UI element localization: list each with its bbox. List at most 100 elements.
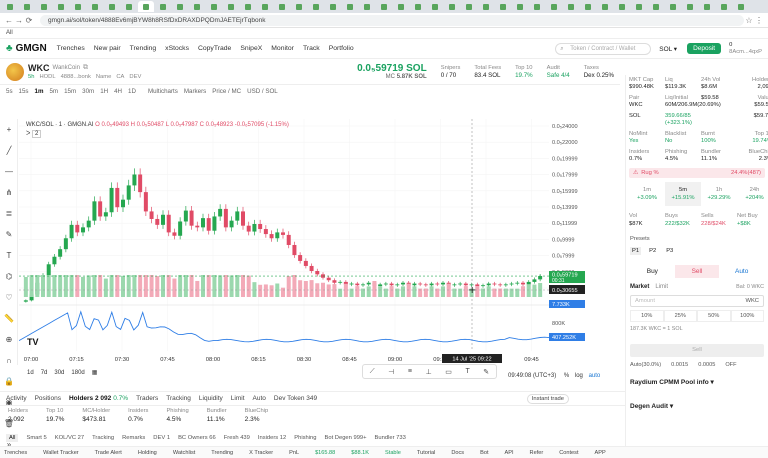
browser-tab[interactable] — [631, 1, 647, 12]
sell-button[interactable]: Sell — [630, 344, 764, 357]
filter-bot[interactable]: Bot Degen 999+ — [324, 435, 366, 441]
browser-tab[interactable] — [325, 1, 341, 12]
fib-tool-icon[interactable]: ≡ — [408, 368, 412, 375]
interval-1d[interactable]: 1D — [128, 88, 136, 95]
filter-fresh[interactable]: Fresh 439 — [224, 435, 250, 441]
browser-tab[interactable] — [699, 1, 715, 12]
timeframe-24h[interactable]: 24h +204% — [737, 182, 768, 206]
browser-tab[interactable] — [121, 1, 137, 12]
nav-item-trending[interactable]: Trending — [130, 45, 157, 52]
interval-15m[interactable]: 15m — [64, 88, 76, 95]
hline-icon[interactable]: — — [0, 161, 18, 182]
token-address[interactable]: 4888...bonk — [61, 74, 91, 80]
browser-tab[interactable] — [206, 1, 222, 12]
chain-select[interactable]: SOL ▾ — [659, 45, 677, 53]
bottom-tab-tracking[interactable]: Tracking — [166, 395, 191, 402]
pattern-icon[interactable]: ⌬ — [0, 266, 18, 287]
nav-item-copytrade[interactable]: CopyTrade — [198, 45, 231, 52]
browser-tab[interactable] — [104, 1, 120, 12]
timeframe-1h[interactable]: 1h +29.29% — [701, 182, 737, 206]
browser-tab[interactable] — [291, 1, 307, 12]
browser-tab[interactable] — [648, 1, 664, 12]
amount-input[interactable]: Amount WKC — [630, 295, 764, 307]
browser-tab[interactable] — [223, 1, 239, 12]
reload-icon[interactable]: ⟳ — [24, 16, 34, 25]
browser-tab[interactable] — [546, 1, 562, 12]
footer-trending[interactable]: Trending — [211, 450, 233, 456]
footer-docs[interactable]: Docs — [451, 450, 464, 456]
zoom-icon[interactable]: ⊕ — [0, 329, 18, 350]
nav-item-new-pair[interactable]: New pair — [94, 45, 121, 52]
browser-tab[interactable] — [53, 1, 69, 12]
rect-tool-icon[interactable]: ▭ — [445, 368, 452, 376]
browser-tab[interactable] — [172, 1, 188, 12]
range-180d[interactable]: 180d — [71, 370, 84, 376]
buy-tab[interactable]: Buy — [630, 265, 675, 278]
browser-tab[interactable] — [36, 1, 52, 12]
browser-tab[interactable] — [529, 1, 545, 12]
browser-tab[interactable] — [359, 1, 375, 12]
browser-tab[interactable] — [308, 1, 324, 12]
ruler-icon[interactable]: 📏 — [0, 308, 18, 329]
bottom-tab-holders[interactable]: Holders 2 092 — [69, 395, 111, 402]
footer-tutorial[interactable]: Tutorial — [417, 450, 435, 456]
usd-sol-toggle[interactable]: USD / SOL — [247, 88, 278, 95]
trendline-icon[interactable]: ╱ — [0, 140, 18, 161]
crosshair-icon[interactable]: + — [0, 119, 18, 140]
slippage-option[interactable]: Auto(30.0%) — [630, 362, 661, 368]
price-chart[interactable]: 0.0₅24000 0.0₅22000 0.0₅19999 0.0₅17999 0.0₅… — [19, 119, 585, 365]
priority-option[interactable]: 0.0015 — [671, 362, 688, 368]
nav-item-xstocks[interactable]: xStocks — [165, 45, 189, 52]
timeframe-1m[interactable]: 1m +3.09% — [629, 182, 665, 206]
browser-tab[interactable] — [427, 1, 443, 12]
browser-tab[interactable] — [563, 1, 579, 12]
lock-icon[interactable]: 🔒 — [0, 371, 18, 392]
forward-icon[interactable]: → — [14, 16, 24, 25]
bribe-option[interactable]: 0.0005 — [698, 362, 715, 368]
filter-dev[interactable]: DEV 1 — [153, 435, 170, 441]
logo[interactable]: GMGN — [16, 43, 47, 54]
filter-insiders[interactable]: Insiders 12 — [258, 435, 286, 441]
interval-5s[interactable]: 5s — [6, 88, 13, 95]
bottom-tab-dev[interactable]: Dev Token 349 — [274, 395, 317, 402]
timeframe-5m[interactable]: 5m +15.91% — [665, 182, 701, 206]
footer-x-tracker[interactable]: X Tracker — [249, 450, 273, 456]
auto-toggle[interactable]: auto — [589, 373, 601, 379]
filter-smart[interactable]: Smart 5 — [26, 435, 46, 441]
footer-watchlist[interactable]: Watchlist — [173, 450, 195, 456]
footer-bot[interactable]: Bot — [480, 450, 488, 456]
logo-icon[interactable]: ♣ — [6, 43, 13, 54]
footer-pnl[interactable]: PnL — [289, 450, 299, 456]
browser-tab[interactable] — [138, 1, 154, 12]
footer-wallet-tracker[interactable]: Wallet Tracker — [43, 450, 79, 456]
sell-tab[interactable]: Sell — [674, 265, 720, 278]
bottom-tab-positions[interactable]: Positions — [35, 395, 61, 402]
back-icon[interactable]: ← — [4, 16, 14, 25]
footer-stable[interactable]: Stable — [385, 450, 401, 456]
filter-bundler[interactable]: Bundler 733 — [375, 435, 406, 441]
footer-refer[interactable]: Refer — [530, 450, 544, 456]
footer-contest[interactable]: Contest — [559, 450, 578, 456]
brush-icon[interactable]: ✎ — [0, 224, 18, 245]
price-mc-toggle[interactable]: Price / MC — [212, 88, 241, 95]
bottom-tab-traders[interactable]: Traders — [136, 395, 158, 402]
bottom-tab-limit[interactable]: Limit — [231, 395, 245, 402]
bottom-tab-auto[interactable]: Auto — [253, 395, 266, 402]
filter-kol-vc[interactable]: KOL/VC 27 — [55, 435, 84, 441]
browser-tab[interactable] — [716, 1, 732, 12]
search-input[interactable]: Token / Contract / Wallet ⌕ — [555, 42, 652, 55]
magnet-icon[interactable]: ∩ — [0, 350, 18, 371]
multichart-button[interactable]: Multicharts — [148, 88, 178, 95]
browser-tab[interactable] — [19, 1, 35, 12]
legend-collapse-icon[interactable]: ᐳ — [26, 131, 30, 137]
filter-tracking[interactable]: Tracking — [92, 435, 114, 441]
auto-tab[interactable]: Auto — [719, 265, 764, 278]
range-7d[interactable]: 7d — [41, 370, 48, 376]
pct-10[interactable]: 10% — [630, 310, 664, 322]
pct-100[interactable]: 100% — [730, 310, 764, 322]
interval-30m[interactable]: 30m — [82, 88, 94, 95]
range-1d[interactable]: 1d — [27, 370, 34, 376]
preset-p3[interactable]: P3 — [664, 247, 675, 255]
browser-tab[interactable] — [240, 1, 256, 12]
markers-button[interactable]: Markers — [184, 88, 206, 95]
